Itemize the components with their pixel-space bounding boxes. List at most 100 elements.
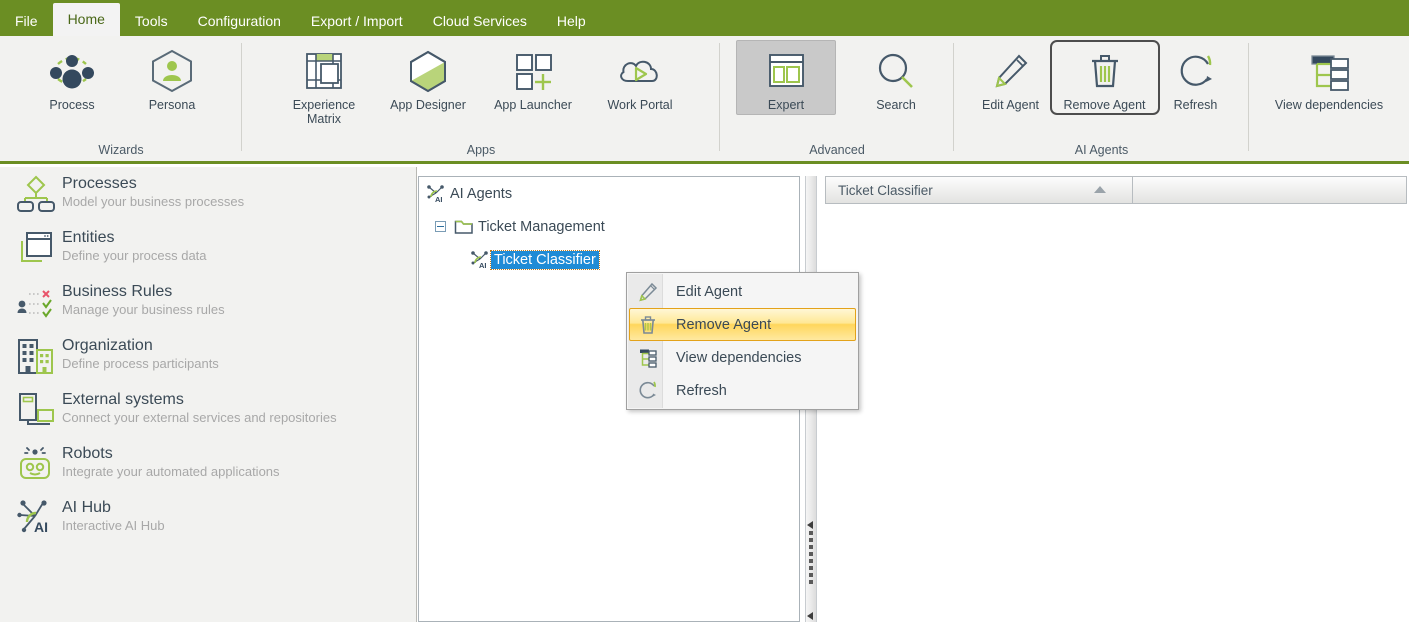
process-diagram-icon xyxy=(16,173,62,215)
ribbon-button-app-designer-label: App Designer xyxy=(390,98,466,112)
sidebar-item-title: AI Hub xyxy=(62,499,111,516)
app-launcher-icon xyxy=(509,45,557,97)
application-window: File Home Tools Configuration Export / I… xyxy=(0,0,1409,622)
persona-hexagon-icon xyxy=(147,45,197,97)
ribbon-button-search-label: Search xyxy=(876,98,916,112)
ribbon-button-refresh-label: Refresh xyxy=(1173,98,1218,112)
ribbon-button-app-designer[interactable]: App Designer xyxy=(378,40,478,115)
ribbon-button-view-dependencies-label: View dependencies xyxy=(1274,98,1384,112)
business-rules-icon xyxy=(16,281,62,323)
ribbon-group-ai-agents: Edit Agent Remove Agent Refresh AI Agent… xyxy=(954,36,1249,161)
menu-tab-help[interactable]: Help xyxy=(542,7,601,36)
process-network-icon xyxy=(45,45,99,97)
menu-tab-configuration[interactable]: Configuration xyxy=(183,7,296,36)
ribbon-button-app-launcher-label: App Launcher xyxy=(494,98,572,112)
sidebar-item-ai-hub[interactable]: AI AI Hub Interactive AI Hub xyxy=(0,491,416,545)
ribbon-button-experience-matrix-label: Experience Matrix xyxy=(292,98,356,126)
ribbon-group-wizards-label: Wizards xyxy=(98,143,144,157)
context-menu-item-label: Refresh xyxy=(676,382,727,399)
tree-node-ai-agents[interactable]: AI AI Agents xyxy=(419,177,799,210)
ribbon-group-advanced-label: Advanced xyxy=(809,143,865,157)
ribbon-button-edit-agent[interactable]: Edit Agent xyxy=(972,40,1050,115)
sidebar-item-entities[interactable]: Entities Define your process data xyxy=(0,221,416,275)
sidebar-item-subtitle: Manage your business rules xyxy=(62,302,225,317)
sidebar-item-business-rules[interactable]: Business Rules Manage your business rule… xyxy=(0,275,416,329)
ribbon-group-apps-label: Apps xyxy=(466,143,496,157)
context-menu-item-view-dependencies[interactable]: View dependencies xyxy=(629,341,856,374)
context-menu-item-refresh[interactable]: Refresh xyxy=(629,374,856,407)
ribbon-button-experience-matrix[interactable]: Experience Matrix xyxy=(270,40,378,129)
svg-text:AI: AI xyxy=(479,261,487,270)
sidebar-item-subtitle: Integrate your automated applications xyxy=(62,464,280,479)
ai-hub-icon: AI xyxy=(16,497,62,539)
trash-icon xyxy=(630,314,666,336)
ribbon-button-expert[interactable]: Expert xyxy=(736,40,836,115)
context-menu-item-label: Remove Agent xyxy=(676,316,772,333)
sidebar-item-subtitle: Model your business processes xyxy=(62,194,245,209)
sidebar-item-subtitle: Interactive AI Hub xyxy=(62,518,165,533)
splitter-collapse-up-icon[interactable] xyxy=(806,517,816,529)
sidebar-item-robots[interactable]: Robots Integrate your automated applicat… xyxy=(0,437,416,491)
context-menu-item-remove-agent[interactable]: Remove Agent xyxy=(629,308,856,341)
ribbon-button-view-dependencies[interactable]: View dependencies xyxy=(1255,40,1403,115)
ribbon-group-view: View dependencies xyxy=(1249,36,1409,161)
ribbon-group-apps: Experience Matrix App Designer App Launc… xyxy=(242,36,720,161)
sidebar-item-title: Robots xyxy=(62,445,113,462)
pencil-icon xyxy=(630,281,666,303)
robot-icon xyxy=(16,443,62,485)
menu-tab-export-import[interactable]: Export / Import xyxy=(296,7,418,36)
menu-tab-tools[interactable]: Tools xyxy=(120,7,183,36)
ribbon-button-persona[interactable]: Persona xyxy=(140,40,204,115)
sidebar-item-external-systems[interactable]: External systems Connect your external s… xyxy=(0,383,416,437)
tree-node-ticket-management[interactable]: Ticket Management xyxy=(419,210,799,243)
ribbon-group-wizards: Process Persona Wizards xyxy=(0,36,242,161)
sidebar-item-title: Processes xyxy=(62,175,137,192)
external-systems-icon xyxy=(16,389,62,431)
column-header-ticket-classifier[interactable]: Ticket Classifier xyxy=(825,176,1133,204)
sidebar-item-text: Processes Model your business processes xyxy=(62,173,244,211)
sidebar-item-title: Business Rules xyxy=(62,283,173,300)
sidebar-item-title: External systems xyxy=(62,391,184,408)
organization-building-icon xyxy=(16,335,62,377)
work-portal-cloud-icon xyxy=(614,45,666,97)
ribbon-button-refresh[interactable]: Refresh xyxy=(1160,40,1232,115)
menu-tab-cloud-services[interactable]: Cloud Services xyxy=(418,7,542,36)
sidebar-item-text: AI Hub Interactive AI Hub xyxy=(62,497,165,535)
ribbon-button-search[interactable]: Search xyxy=(854,40,938,115)
trash-icon xyxy=(1083,45,1127,97)
sidebar-item-processes[interactable]: Processes Model your business processes xyxy=(0,167,416,221)
ribbon-button-expert-label: Expert xyxy=(767,98,805,112)
ribbon-button-work-portal[interactable]: Work Portal xyxy=(588,40,692,115)
menu-bar: File Home Tools Configuration Export / I… xyxy=(0,0,1409,36)
agent-detail-panel: Ticket Classifier xyxy=(824,172,1409,622)
menu-tab-file[interactable]: File xyxy=(0,7,53,36)
refresh-circular-arrow-icon xyxy=(630,380,666,402)
ribbon-button-remove-agent[interactable]: Remove Agent xyxy=(1049,40,1160,115)
sidebar-item-subtitle: Define process participants xyxy=(62,356,219,371)
context-menu: Edit Agent Remove Agent View dependencie… xyxy=(626,272,859,410)
experience-matrix-icon xyxy=(300,45,348,97)
context-menu-item-edit-agent[interactable]: Edit Agent xyxy=(629,275,856,308)
ribbon-button-app-launcher[interactable]: App Launcher xyxy=(478,40,588,115)
splitter-collapse-down-icon[interactable] xyxy=(806,608,816,620)
sidebar-item-text: Entities Define your process data xyxy=(62,227,207,265)
sidebar-item-title: Organization xyxy=(62,337,153,354)
ribbon-button-edit-agent-label: Edit Agent xyxy=(982,98,1039,112)
menu-tab-home[interactable]: Home xyxy=(52,3,120,36)
ribbon-button-persona-label: Persona xyxy=(148,98,196,112)
column-header-empty[interactable] xyxy=(1133,176,1407,204)
ai-agent-node-icon: AI xyxy=(425,184,447,204)
tree-expander-collapse-icon[interactable] xyxy=(435,221,446,232)
sidebar-item-text: Business Rules Manage your business rule… xyxy=(62,281,225,319)
svg-text:AI: AI xyxy=(34,519,48,535)
app-designer-hexagon-icon xyxy=(404,45,452,97)
tree-node-label: Ticket Management xyxy=(478,218,605,235)
sidebar-item-subtitle: Define your process data xyxy=(62,248,207,263)
folder-icon xyxy=(453,218,475,236)
sidebar-item-organization[interactable]: Organization Define process participants xyxy=(0,329,416,383)
sidebar-item-text: External systems Connect your external s… xyxy=(62,389,337,427)
tree-node-label: Ticket Classifier xyxy=(490,249,600,270)
ribbon-button-process[interactable]: Process xyxy=(38,40,106,115)
pencil-icon xyxy=(989,45,1033,97)
expert-layout-icon xyxy=(762,45,810,97)
